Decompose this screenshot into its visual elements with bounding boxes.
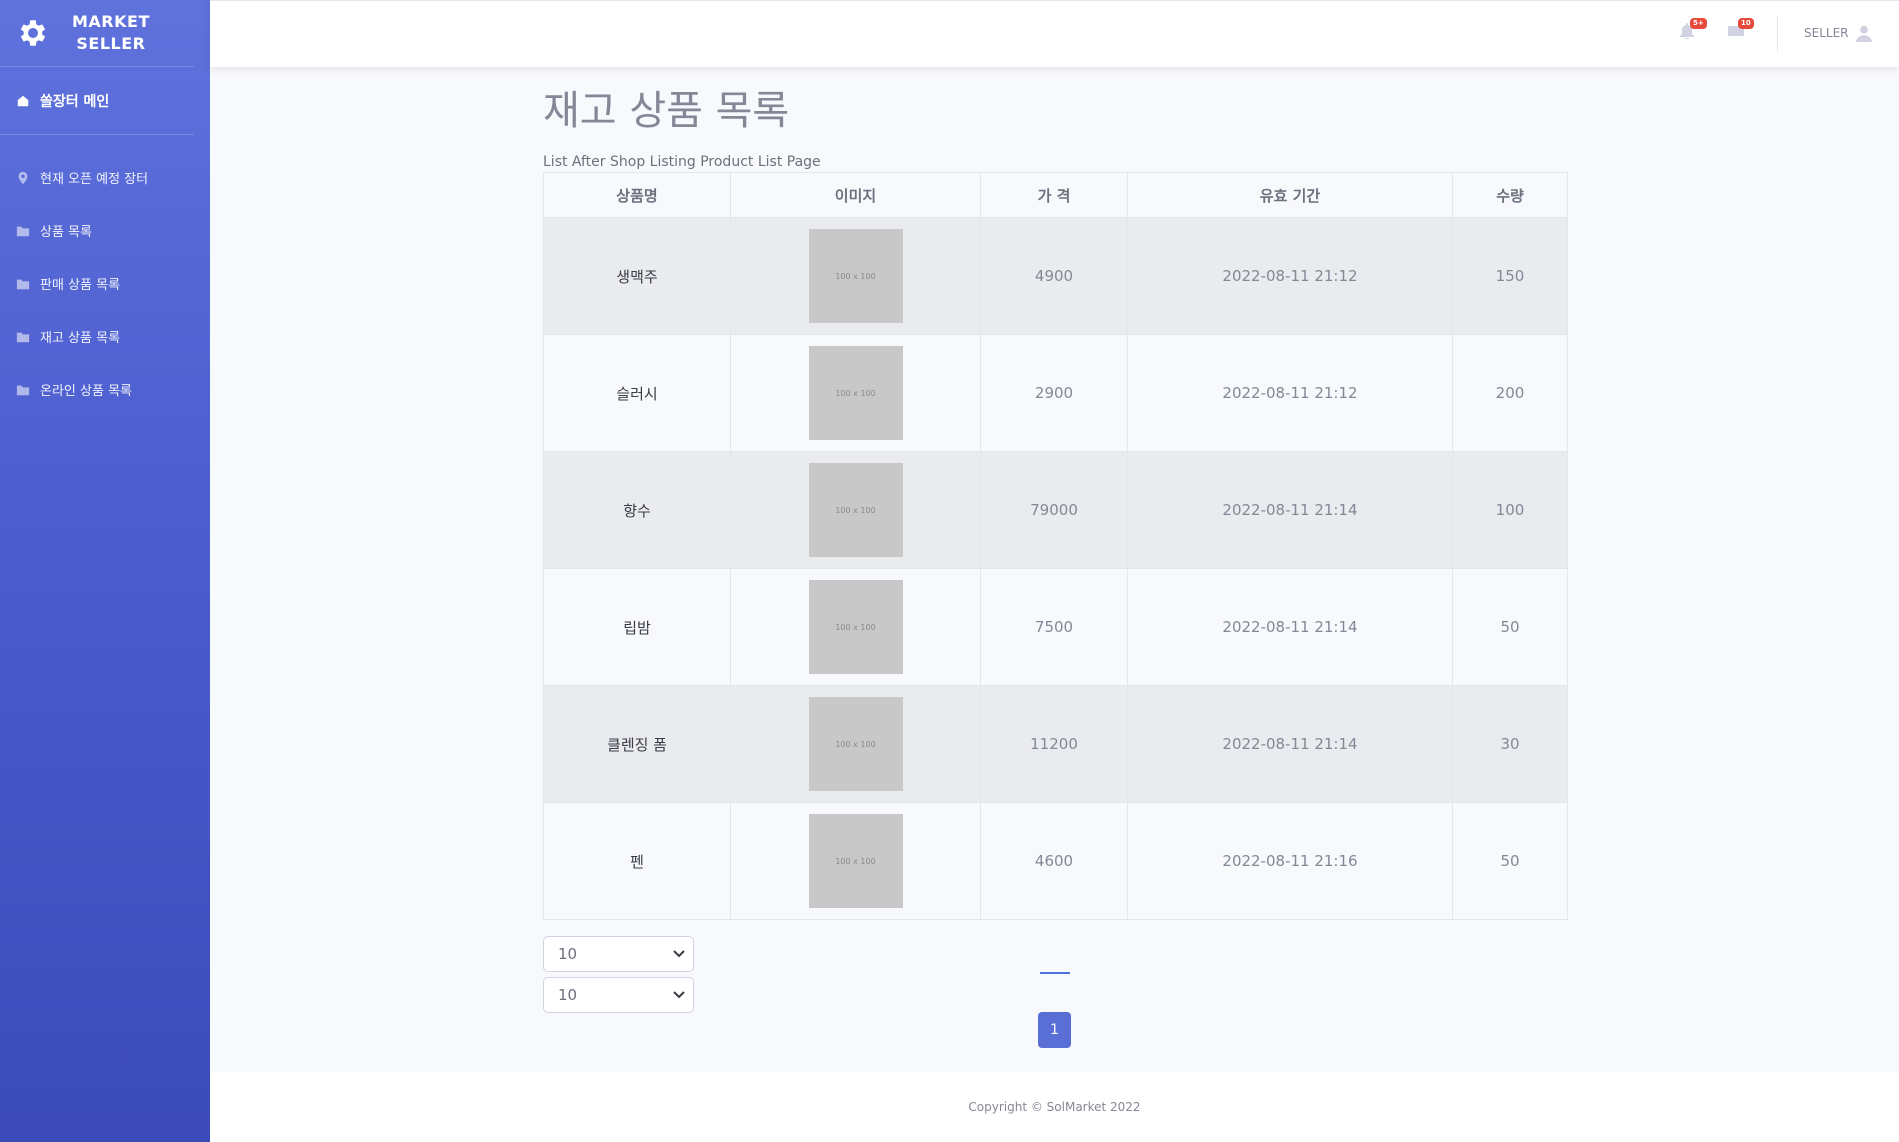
product-expiry: 2022-08-11 21:14 bbox=[1127, 685, 1453, 803]
brand-title: MARKET SELLER bbox=[72, 11, 150, 55]
page-size-select-secondary[interactable]: 10 bbox=[543, 977, 694, 1013]
page-title: 재고 상품 목록 bbox=[543, 88, 790, 134]
brand-line-2: SELLER bbox=[76, 34, 146, 53]
product-image: 100 x 100 bbox=[808, 580, 903, 674]
alerts-button[interactable]: 5+ bbox=[1680, 18, 1707, 43]
pagination-indicator bbox=[1040, 972, 1070, 974]
sidebar-item-label: 상품 목록 bbox=[40, 225, 92, 240]
product-quantity: 200 bbox=[1452, 334, 1568, 452]
alerts-badge: 5+ bbox=[1690, 18, 1707, 29]
product-quantity: 50 bbox=[1452, 568, 1568, 686]
sidebar-item-label: 온라인 상품 목록 bbox=[40, 384, 132, 399]
product-quantity: 30 bbox=[1452, 685, 1568, 803]
pagination-page-button[interactable]: 1 bbox=[1038, 1012, 1071, 1048]
column-header-image: 이미지 bbox=[730, 172, 981, 218]
sidebar-item-main[interactable]: 쏠장터 메인 bbox=[0, 67, 194, 135]
table-row[interactable]: 향수 100 x 100 79000 2022-08-11 21:14 100 bbox=[543, 451, 1568, 569]
product-quantity: 150 bbox=[1452, 217, 1568, 335]
product-image-cell: 100 x 100 bbox=[730, 334, 981, 452]
product-price: 4900 bbox=[980, 217, 1128, 335]
product-image-cell: 100 x 100 bbox=[730, 802, 981, 920]
page-size-value: 10 bbox=[558, 986, 578, 1004]
product-name: 펜 bbox=[543, 802, 731, 920]
folder-icon bbox=[16, 279, 30, 289]
sidebar-item-sale-product-list[interactable]: 판매 상품 목록 bbox=[0, 257, 210, 310]
product-expiry: 2022-08-11 21:14 bbox=[1127, 568, 1453, 686]
folder-icon bbox=[16, 226, 30, 236]
page-size-value: 10 bbox=[558, 945, 578, 963]
product-image: 100 x 100 bbox=[808, 463, 903, 557]
folder-icon bbox=[16, 332, 30, 342]
gear-icon bbox=[20, 20, 46, 46]
column-header-name: 상품명 bbox=[543, 172, 731, 218]
sidebar-item-online-product-list[interactable]: 온라인 상품 목록 bbox=[0, 363, 210, 416]
product-price: 4600 bbox=[980, 802, 1128, 920]
page-size-select[interactable]: 10 bbox=[543, 936, 694, 972]
page-subtitle: List After Shop Listing Product List Pag… bbox=[543, 154, 821, 170]
topbar: 5+ 10 SELLER bbox=[210, 0, 1899, 67]
column-header-quantity: 수량 bbox=[1452, 172, 1568, 218]
product-image-cell: 100 x 100 bbox=[730, 451, 981, 569]
table-header-row: 상품명 이미지 가 격 유효 기간 수량 bbox=[543, 172, 1568, 218]
user-name[interactable]: SELLER bbox=[1804, 26, 1849, 40]
copyright-text: Copyright © SolMarket 2022 bbox=[968, 1100, 1141, 1114]
product-name: 생맥주 bbox=[543, 217, 731, 335]
product-image-cell: 100 x 100 bbox=[730, 685, 981, 803]
product-quantity: 100 bbox=[1452, 451, 1568, 569]
chevron-down-icon bbox=[673, 950, 685, 958]
product-expiry: 2022-08-11 21:14 bbox=[1127, 451, 1453, 569]
folder-icon bbox=[16, 385, 30, 395]
footer: Copyright © SolMarket 2022 bbox=[210, 1072, 1899, 1142]
sidebar-nav: 현재 오픈 예정 장터 상품 목록 판매 상품 목록 재고 상품 목록 온라인 … bbox=[0, 135, 210, 416]
stock-product-table: 상품명 이미지 가 격 유효 기간 수량 생맥주 100 x 100 4900 … bbox=[543, 172, 1568, 920]
sidebar: MARKET SELLER 쏠장터 메인 현재 오픈 예정 장터 상품 목록 판… bbox=[0, 0, 210, 1142]
column-header-expiry: 유효 기간 bbox=[1127, 172, 1453, 218]
product-name: 향수 bbox=[543, 451, 731, 569]
product-expiry: 2022-08-11 21:12 bbox=[1127, 334, 1453, 452]
product-price: 79000 bbox=[980, 451, 1128, 569]
user-icon[interactable] bbox=[1855, 24, 1873, 42]
topbar-divider bbox=[1777, 16, 1778, 52]
sidebar-item-label: 재고 상품 목록 bbox=[40, 331, 121, 346]
product-name: 립밤 bbox=[543, 568, 731, 686]
product-quantity: 50 bbox=[1452, 802, 1568, 920]
product-expiry: 2022-08-11 21:12 bbox=[1127, 217, 1453, 335]
sidebar-item-open-markets[interactable]: 현재 오픈 예정 장터 bbox=[0, 151, 210, 204]
product-price: 11200 bbox=[980, 685, 1128, 803]
main-content: 재고 상품 목록 List After Shop Listing Product… bbox=[543, 67, 1568, 1070]
map-marker-icon bbox=[18, 171, 28, 184]
sidebar-item-label: 현재 오픈 예정 장터 bbox=[40, 172, 149, 187]
product-image: 100 x 100 bbox=[808, 346, 903, 440]
product-image-cell: 100 x 100 bbox=[730, 568, 981, 686]
sidebar-item-label: 판매 상품 목록 bbox=[40, 278, 121, 293]
product-image: 100 x 100 bbox=[808, 814, 903, 908]
messages-button[interactable]: 10 bbox=[1728, 18, 1754, 43]
sidebar-item-label: 쏠장터 메인 bbox=[40, 93, 110, 110]
table-row[interactable]: 슬러시 100 x 100 2900 2022-08-11 21:12 200 bbox=[543, 334, 1568, 452]
table-row[interactable]: 생맥주 100 x 100 4900 2022-08-11 21:12 150 bbox=[543, 217, 1568, 335]
sidebar-item-product-list[interactable]: 상품 목록 bbox=[0, 204, 210, 257]
messages-badge: 10 bbox=[1738, 18, 1754, 29]
table-row[interactable]: 클렌징 폼 100 x 100 11200 2022-08-11 21:14 3… bbox=[543, 685, 1568, 803]
brand-line-1: MARKET bbox=[72, 12, 150, 31]
store-icon bbox=[17, 95, 29, 106]
product-name: 슬러시 bbox=[543, 334, 731, 452]
product-name: 클렌징 폼 bbox=[543, 685, 731, 803]
table-controls: 10 10 1 bbox=[543, 920, 1567, 1070]
product-image: 100 x 100 bbox=[808, 697, 903, 791]
chevron-down-icon bbox=[673, 991, 685, 999]
table-row[interactable]: 립밤 100 x 100 7500 2022-08-11 21:14 50 bbox=[543, 568, 1568, 686]
brand[interactable]: MARKET SELLER bbox=[0, 0, 194, 67]
product-expiry: 2022-08-11 21:16 bbox=[1127, 802, 1453, 920]
product-price: 7500 bbox=[980, 568, 1128, 686]
product-price: 2900 bbox=[980, 334, 1128, 452]
product-image: 100 x 100 bbox=[808, 229, 903, 323]
product-image-cell: 100 x 100 bbox=[730, 217, 981, 335]
column-header-price: 가 격 bbox=[980, 172, 1128, 218]
sidebar-item-stock-product-list[interactable]: 재고 상품 목록 bbox=[0, 310, 210, 363]
table-row[interactable]: 펜 100 x 100 4600 2022-08-11 21:16 50 bbox=[543, 802, 1568, 920]
